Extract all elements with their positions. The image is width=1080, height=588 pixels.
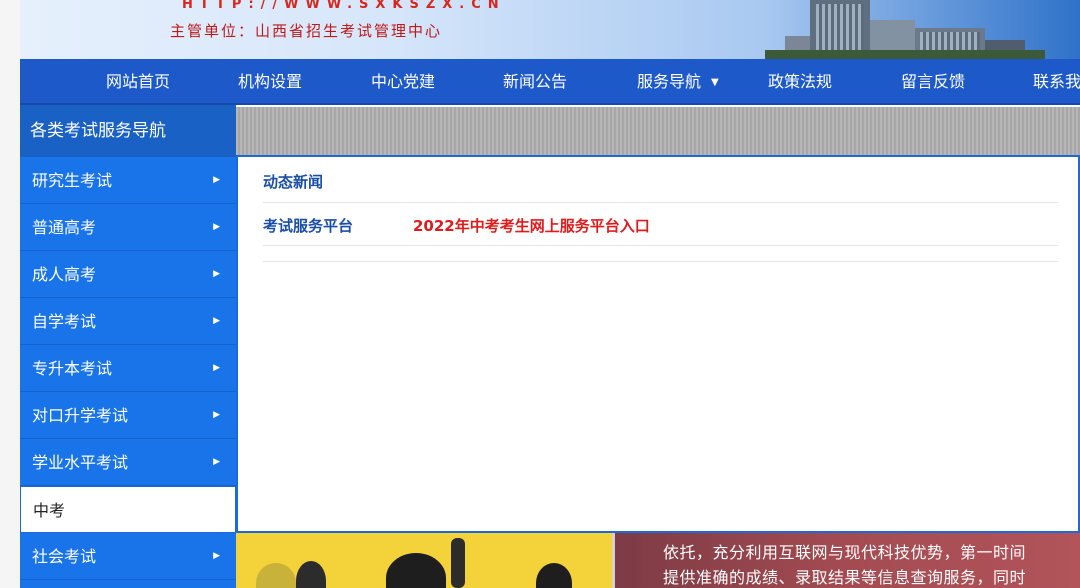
intro-text-block: 依托，充分利用互联网与现代科技优势，第一时间 提供准确的成绩、录取结果等信息查询… xyxy=(612,533,1080,588)
chevron-right-icon: ▶ xyxy=(213,551,220,561)
nav-item-policy[interactable]: 政策法规 xyxy=(768,59,832,105)
page-left-margin xyxy=(0,0,20,588)
sidebar-item-gaokao[interactable]: 普通高考 ▶ xyxy=(20,204,236,251)
chevron-right-icon: ▶ xyxy=(213,269,220,279)
chevron-right-icon: ▶ xyxy=(213,410,220,420)
submenu-panel: 动态新闻 考试服务平台 2022年中考考生网上服务平台入口 xyxy=(236,155,1080,533)
nav-item-home[interactable]: 网站首页 xyxy=(106,59,170,105)
sidebar-item-proficiency-exam[interactable]: 学业水平考试 ▶ xyxy=(20,439,236,486)
nav-item-contact[interactable]: 联系我 xyxy=(1033,59,1080,105)
intro-line-2: 提供准确的成绩、录取结果等信息查询服务，同时 xyxy=(663,568,1027,587)
site-url: HTTP://WWW.SXKSZX.CN xyxy=(182,0,506,12)
panel-row-news: 动态新闻 xyxy=(263,157,1058,203)
banner-strip xyxy=(236,107,1080,157)
sidebar-list: 研究生考试 ▶ 普通高考 ▶ 成人高考 ▶ 自学考试 ▶ 专升本考试 ▶ 对口升学考试 ▶ … xyxy=(20,157,236,580)
service-platform-link[interactable]: 2022年中考考生网上服务平台入口 xyxy=(413,215,650,236)
chevron-right-icon: ▶ xyxy=(213,363,220,373)
panel-row-service-platform: 考试服务平台 2022年中考考生网上服务平台入口 xyxy=(263,203,1058,246)
sidebar-item-vocational-exam[interactable]: 对口升学考试 ▶ xyxy=(20,392,236,439)
chevron-down-icon: ▼ xyxy=(711,77,719,88)
panel-row-empty xyxy=(263,246,1058,262)
chevron-right-icon: ▶ xyxy=(213,175,220,185)
site-header: HTTP://WWW.SXKSZX.CN 主管单位：山西省招生考试管理中心 xyxy=(20,0,1080,59)
sidebar-item-upgrade-exam[interactable]: 专升本考试 ▶ xyxy=(20,345,236,392)
nav-item-organization[interactable]: 机构设置 xyxy=(238,59,302,105)
chevron-right-icon: ▶ xyxy=(213,316,220,326)
sidebar-item-self-study-exam[interactable]: 自学考试 ▶ xyxy=(20,298,236,345)
chevron-right-icon: ▶ xyxy=(213,457,220,467)
sidebar-title: 各类考试服务导航 xyxy=(20,105,236,157)
sidebar-item-zhongkao[interactable]: 中考 xyxy=(20,486,236,533)
chevron-right-icon: ▶ xyxy=(213,222,220,232)
promo-image xyxy=(236,533,612,588)
intro-line-1: 依托，充分利用互联网与现代科技优势，第一时间 xyxy=(663,543,1027,562)
nav-item-party-building[interactable]: 中心党建 xyxy=(371,59,435,105)
sponsor-text: 主管单位：山西省招生考试管理中心 xyxy=(170,22,443,40)
sidebar-item-social-exam[interactable]: 社会考试 ▶ xyxy=(20,533,236,580)
nav-item-news[interactable]: 新闻公告 xyxy=(503,59,567,105)
main-nav: 网站首页 机构设置 中心党建 新闻公告 服务导航 ▼ 政策法规 留言反馈 联系我 xyxy=(20,59,1080,105)
row-category[interactable]: 动态新闻 xyxy=(263,171,323,192)
sidebar-bottom xyxy=(20,580,236,588)
nav-item-service-nav[interactable]: 服务导航 ▼ xyxy=(637,59,719,105)
nav-item-feedback[interactable]: 留言反馈 xyxy=(901,59,965,105)
row-category[interactable]: 考试服务平台 xyxy=(263,215,353,236)
sidebar-item-graduate-exam[interactable]: 研究生考试 ▶ xyxy=(20,157,236,204)
sidebar-item-adult-exam[interactable]: 成人高考 ▶ xyxy=(20,251,236,298)
